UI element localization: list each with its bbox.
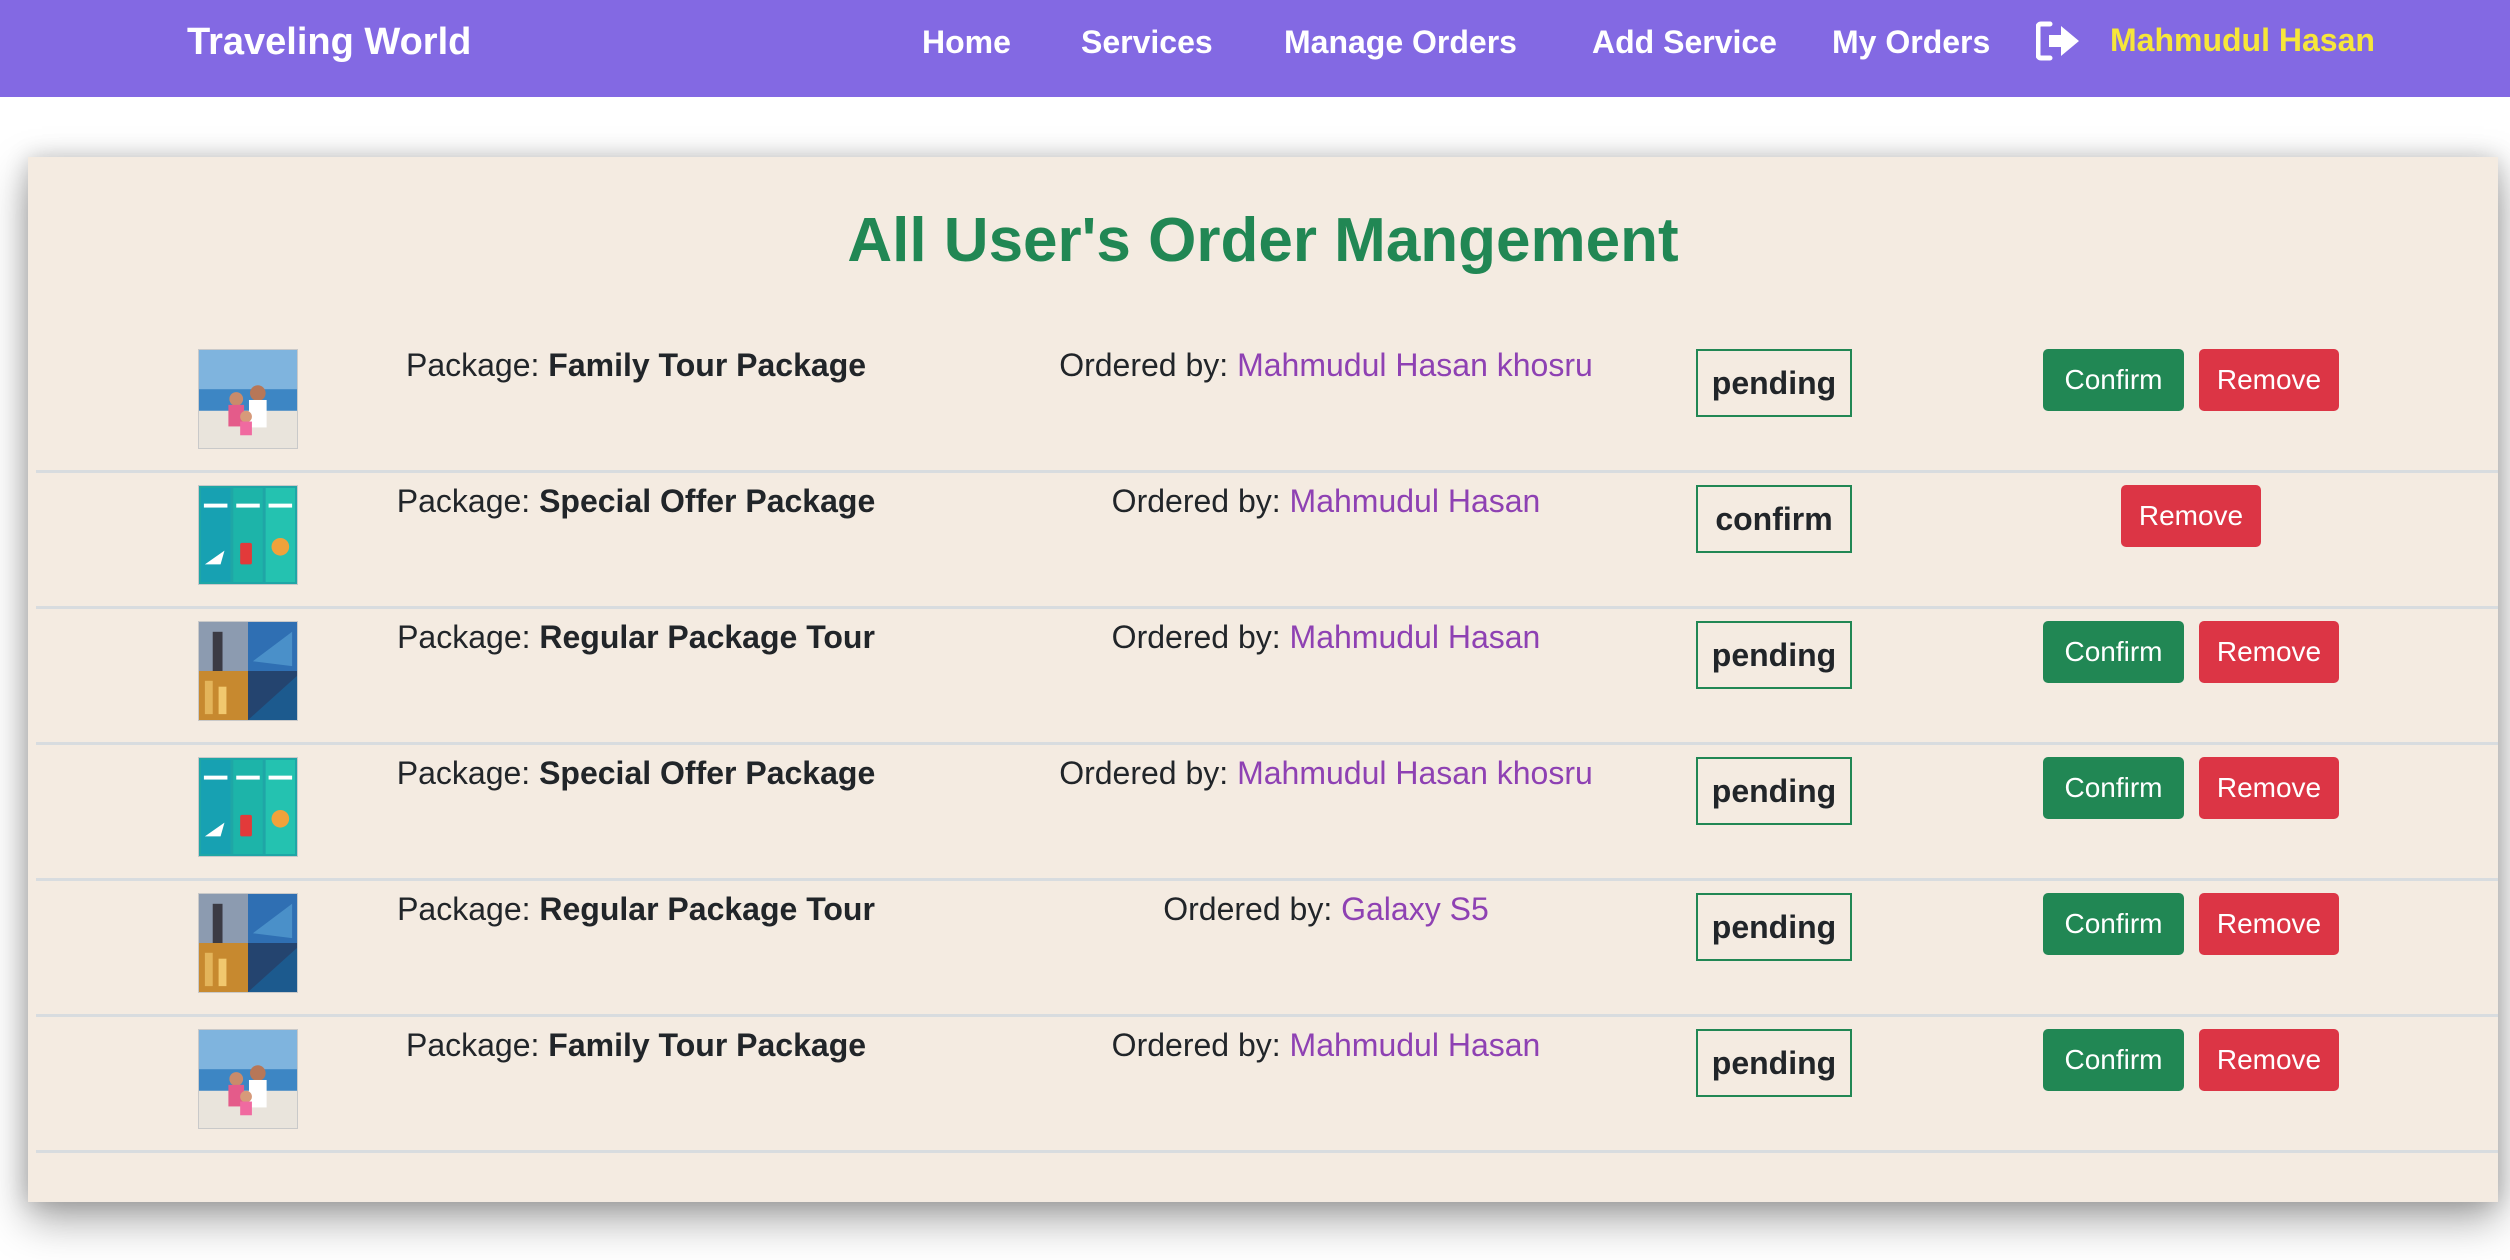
package-info: Package: Regular Package Tour xyxy=(336,619,936,656)
confirm-button[interactable]: Confirm xyxy=(2043,1029,2184,1091)
package-name: Regular Package Tour xyxy=(539,619,875,655)
status-badge: confirm xyxy=(1696,485,1852,553)
orderer-name: Mahmudul Hasan khosru xyxy=(1237,347,1593,383)
nav-manage-orders[interactable]: Manage Orders xyxy=(1284,14,1517,70)
package-thumbnail xyxy=(198,893,298,993)
ordered-by-prefix: Ordered by: xyxy=(1163,891,1342,927)
ordered-by-info: Ordered by: Mahmudul Hasan khosru xyxy=(1046,755,1606,792)
remove-button[interactable]: Remove xyxy=(2199,1029,2339,1091)
package-prefix: Package: xyxy=(396,483,540,519)
nav-my-orders[interactable]: My Orders xyxy=(1832,14,1990,70)
page-title: All User's Order Mangement xyxy=(847,206,1679,275)
confirm-button[interactable]: Confirm xyxy=(2043,621,2184,683)
ordered-by-prefix: Ordered by: xyxy=(1111,619,1290,655)
sign-out-icon[interactable] xyxy=(2035,20,2082,62)
package-thumbnail xyxy=(198,1029,298,1129)
remove-button[interactable]: Remove xyxy=(2199,893,2339,955)
ordered-by-info: Ordered by: Galaxy S5 xyxy=(1046,891,1606,928)
package-thumbnail xyxy=(198,349,298,449)
order-row: Package: Special Offer Package Ordered by… xyxy=(36,473,2498,609)
top-navbar: Traveling World Home Services Manage Ord… xyxy=(0,0,2510,97)
orderer-name: Galaxy S5 xyxy=(1341,891,1489,927)
package-info: Package: Regular Package Tour xyxy=(336,891,936,928)
package-prefix: Package: xyxy=(397,619,540,655)
status-badge: pending xyxy=(1696,621,1852,689)
confirm-button[interactable]: Confirm xyxy=(2043,893,2184,955)
confirm-button[interactable]: Confirm xyxy=(2043,349,2184,411)
nav-add-service[interactable]: Add Service xyxy=(1592,14,1777,70)
package-prefix: Package: xyxy=(405,1027,549,1063)
status-badge: pending xyxy=(1696,349,1852,417)
package-info: Package: Family Tour Package xyxy=(336,1027,936,1064)
remove-button[interactable]: Remove xyxy=(2121,485,2261,547)
nav-home[interactable]: Home xyxy=(922,14,1011,70)
nav-services[interactable]: Services xyxy=(1081,14,1213,70)
order-row: Package: Special Offer Package Ordered by… xyxy=(36,745,2498,881)
confirm-button[interactable]: Confirm xyxy=(2043,757,2184,819)
order-row: Package: Regular Package Tour Ordered by:… xyxy=(36,609,2498,745)
ordered-by-prefix: Ordered by: xyxy=(1111,1027,1290,1063)
package-info: Package: Family Tour Package xyxy=(336,347,936,384)
ordered-by-info: Ordered by: Mahmudul Hasan xyxy=(1046,1027,1606,1064)
order-row: Package: Regular Package Tour Ordered by:… xyxy=(36,881,2498,1017)
ordered-by-info: Ordered by: Mahmudul Hasan xyxy=(1046,619,1606,656)
package-prefix: Package: xyxy=(405,347,549,383)
package-info: Package: Special Offer Package xyxy=(336,755,936,792)
package-name: Family Tour Package xyxy=(548,347,867,383)
ordered-by-prefix: Ordered by: xyxy=(1059,347,1238,383)
brand-logo[interactable]: Traveling World xyxy=(187,14,471,70)
ordered-by-info: Ordered by: Mahmudul Hasan xyxy=(1046,483,1606,520)
package-thumbnail xyxy=(198,757,298,857)
orders-card: All User's Order Mangement Package: Fami… xyxy=(28,157,2498,1202)
orderer-name: Mahmudul Hasan khosru xyxy=(1237,755,1593,791)
package-prefix: Package: xyxy=(397,891,540,927)
package-info: Package: Special Offer Package xyxy=(336,483,936,520)
package-name: Family Tour Package xyxy=(548,1027,867,1063)
package-thumbnail xyxy=(198,485,298,585)
remove-button[interactable]: Remove xyxy=(2199,757,2339,819)
status-badge: pending xyxy=(1696,893,1852,961)
status-badge: pending xyxy=(1696,757,1852,825)
package-name: Special Offer Package xyxy=(539,755,876,791)
remove-button[interactable]: Remove xyxy=(2199,621,2339,683)
package-thumbnail xyxy=(198,621,298,721)
status-badge: pending xyxy=(1696,1029,1852,1097)
order-row: Package: Family Tour Package Ordered by: … xyxy=(36,1017,2498,1153)
package-name: Special Offer Package xyxy=(539,483,876,519)
package-prefix: Package: xyxy=(396,755,540,791)
order-row: Package: Family Tour Package Ordered by: … xyxy=(36,337,2498,473)
package-name: Regular Package Tour xyxy=(539,891,875,927)
ordered-by-info: Ordered by: Mahmudul Hasan khosru xyxy=(1046,347,1606,384)
user-name: Mahmudul Hasan xyxy=(2110,22,2375,58)
orderer-name: Mahmudul Hasan xyxy=(1289,483,1541,519)
orderer-name: Mahmudul Hasan xyxy=(1289,1027,1541,1063)
ordered-by-prefix: Ordered by: xyxy=(1059,755,1238,791)
ordered-by-prefix: Ordered by: xyxy=(1111,483,1290,519)
orderer-name: Mahmudul Hasan xyxy=(1289,619,1541,655)
remove-button[interactable]: Remove xyxy=(2199,349,2339,411)
